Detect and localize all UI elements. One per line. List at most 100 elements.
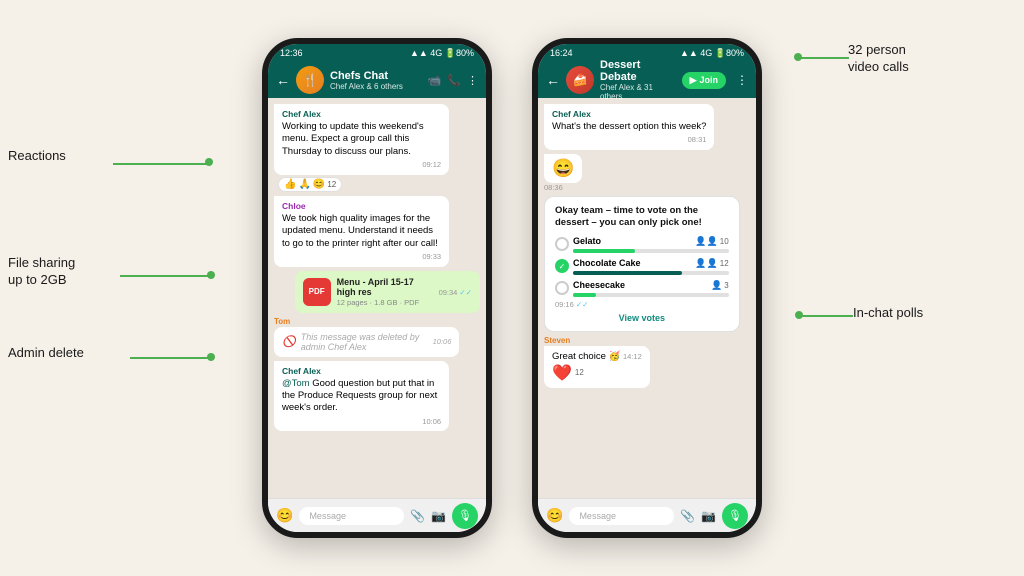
poll-header: Okay team – time to vote on the dessert …: [555, 205, 729, 230]
in-chat-polls-label: In-chat polls: [853, 305, 923, 322]
heart-icon: ❤️: [552, 363, 572, 383]
sender-chef-alex-2: Chef Alex: [282, 366, 441, 377]
poll-time: 09:16 ✓✓: [555, 300, 588, 309]
header-info-left: Chefs Chat Chef Alex & 6 others: [330, 70, 422, 91]
nav-recents-left[interactable]: ⬛: [440, 537, 455, 539]
menu-icon-left[interactable]: ⋮: [467, 74, 478, 87]
nav-recents-right[interactable]: ⬛: [710, 537, 725, 539]
call-icon-left[interactable]: 📞: [447, 74, 461, 87]
header-info-right: Dessert Debate Chef Alex & 31 others: [600, 59, 676, 101]
emoji-icon-right[interactable]: 😊: [546, 507, 563, 524]
gelato-avatars: 👤👤: [695, 236, 717, 247]
video-icon-left[interactable]: 📹: [428, 74, 442, 87]
cheesecake-avatars: 👤: [711, 280, 722, 291]
file-sharing-label: File sharing up to 2GB: [8, 255, 75, 289]
message-3-left: Chef Alex @Tom Good question but put tha…: [274, 361, 449, 432]
pdf-icon: PDF: [303, 278, 331, 306]
message-text-1: Working to update this weekend's menu. E…: [282, 121, 441, 158]
nav-home-left[interactable]: ⏺: [371, 536, 377, 538]
deleted-icon: 🚫: [282, 335, 296, 348]
deleted-message-wrapper: Tom 🚫 This message was deleted by admin …: [274, 317, 459, 357]
back-arrow-right[interactable]: ←: [546, 72, 560, 88]
message-text-3: @Tom Good question but put that in the P…: [282, 378, 441, 415]
reactions-row: 👍 🙏 😊 12: [278, 177, 480, 192]
phone-right: 16:24 ▲▲ 4G 🔋80% ← 🍰 Dessert Debate Chef…: [532, 38, 762, 538]
gelato-meta: 👤👤 10: [695, 236, 728, 247]
chat-header-right: ← 🍰 Dessert Debate Chef Alex & 31 others…: [538, 62, 756, 98]
time-1: 09:12: [282, 160, 441, 170]
sender-chloe: Chloe: [282, 201, 441, 212]
poll-chocolate-info: Chocolate Cake 👤👤 12: [573, 258, 729, 275]
message-input-right[interactable]: Message: [569, 507, 674, 525]
gelato-bar: [573, 249, 635, 253]
mic-button-left[interactable]: 🎙: [452, 503, 478, 529]
poll-option-gelato[interactable]: Gelato 👤👤 10: [555, 236, 729, 253]
time-3: 10:06: [282, 417, 441, 427]
join-button[interactable]: ▶ Join: [682, 72, 726, 89]
back-arrow-left[interactable]: ←: [276, 72, 290, 88]
header-icons-left: 📹 📞 ⋮: [428, 74, 478, 87]
header-sub-right: Chef Alex & 31 others: [600, 83, 676, 101]
reactions-label: Reactions: [8, 148, 66, 165]
input-bar-right: 😊 Message 📎 📷 🎙: [538, 498, 756, 532]
poll-circle-cheesecake: [555, 281, 569, 295]
poll-option-cheesecake[interactable]: Cheesecake 👤 3: [555, 280, 729, 297]
camera-icon-left[interactable]: 📷: [431, 509, 446, 523]
steven-text: Great choice 🥳 14:12: [552, 351, 642, 362]
chocolate-label: Chocolate Cake: [573, 258, 641, 268]
view-votes-btn[interactable]: View votes: [555, 313, 729, 323]
poll-option-chocolate[interactable]: ✓ Chocolate Cake 👤👤 12: [555, 258, 729, 275]
status-time-right: 16:24: [550, 48, 573, 58]
chat-body-left: Chef Alex Working to update this weekend…: [268, 98, 486, 498]
deleted-bubble: 🚫 This message was deleted by admin Chef…: [274, 327, 459, 357]
heart-count: 12: [575, 368, 584, 377]
header-title-left: Chefs Chat: [330, 70, 422, 82]
smile-icon: 😊: [313, 179, 325, 190]
file-time: 09:34 ✓✓: [439, 288, 472, 297]
chocolate-count: 12: [720, 259, 729, 268]
attachment-icon-right[interactable]: 📎: [680, 509, 695, 523]
emoji-message: 😄 08:36: [544, 154, 582, 192]
message-1-right: Chef Alex What's the dessert option this…: [544, 104, 714, 150]
nav-bar-left: ◀ ⏺ ⬛: [268, 532, 486, 538]
chocolate-bar: [573, 271, 682, 275]
message-2-left: Chloe We took high quality images for th…: [274, 196, 449, 267]
status-time-left: 12:36: [280, 48, 303, 58]
time-2: 09:33: [282, 252, 441, 262]
nav-home-right[interactable]: ⏺: [641, 536, 647, 538]
message-1-left: Chef Alex Working to update this weekend…: [274, 104, 449, 175]
steven-bubble: Great choice 🥳 14:12 ❤️ 12: [544, 346, 650, 388]
chocolate-meta: 👤👤 12: [695, 258, 728, 269]
chocolate-bar-wrap: [573, 271, 729, 275]
message-input-left[interactable]: Message: [299, 507, 404, 525]
sender-chef-alex: Chef Alex: [282, 109, 441, 120]
message-text-2: We took high quality images for the upda…: [282, 213, 441, 250]
file-name: Menu - April 15-17 high res: [337, 277, 433, 297]
admin-delete-label: Admin delete: [8, 345, 84, 362]
nav-back-left[interactable]: ◀: [299, 537, 308, 539]
mic-button-right[interactable]: 🎙: [722, 503, 748, 529]
chat-body-right: Chef Alex What's the dessert option this…: [538, 98, 756, 498]
file-info: Menu - April 15-17 high res 12 pages · 1…: [337, 277, 433, 307]
emoji-icon-left[interactable]: 😊: [276, 507, 293, 524]
deleted-time: 10:06: [433, 337, 452, 346]
chocolate-avatars: 👤👤: [695, 258, 717, 269]
reaction-thumbs[interactable]: 👍 🙏 😊 12: [278, 177, 342, 192]
menu-icon-right[interactable]: ⋮: [736, 73, 748, 87]
join-label: Join: [699, 75, 718, 85]
cheesecake-bar-wrap: [573, 293, 729, 297]
status-icons-right: ▲▲ 4G 🔋80%: [680, 48, 744, 59]
time-1-right: 08:31: [552, 135, 706, 145]
thumbs-up-icon: 👍: [284, 179, 296, 190]
header-sub-left: Chef Alex & 6 others: [330, 82, 422, 91]
phone-left: 12:36 ▲▲ 4G 🔋80% ← 🍴 Chefs Chat Chef Ale…: [262, 38, 492, 538]
avatar-right: 🍰: [566, 66, 594, 94]
status-bar-left: 12:36 ▲▲ 4G 🔋80%: [268, 44, 486, 62]
cheesecake-meta: 👤 3: [711, 280, 729, 291]
camera-icon-right[interactable]: 📷: [701, 509, 716, 523]
gelato-label: Gelato: [573, 236, 601, 246]
nav-back-right[interactable]: ◀: [569, 537, 578, 539]
attachment-icon-left[interactable]: 📎: [410, 509, 425, 523]
video-calls-label: 32 person video calls: [848, 42, 909, 76]
poll-circle-gelato: [555, 237, 569, 251]
